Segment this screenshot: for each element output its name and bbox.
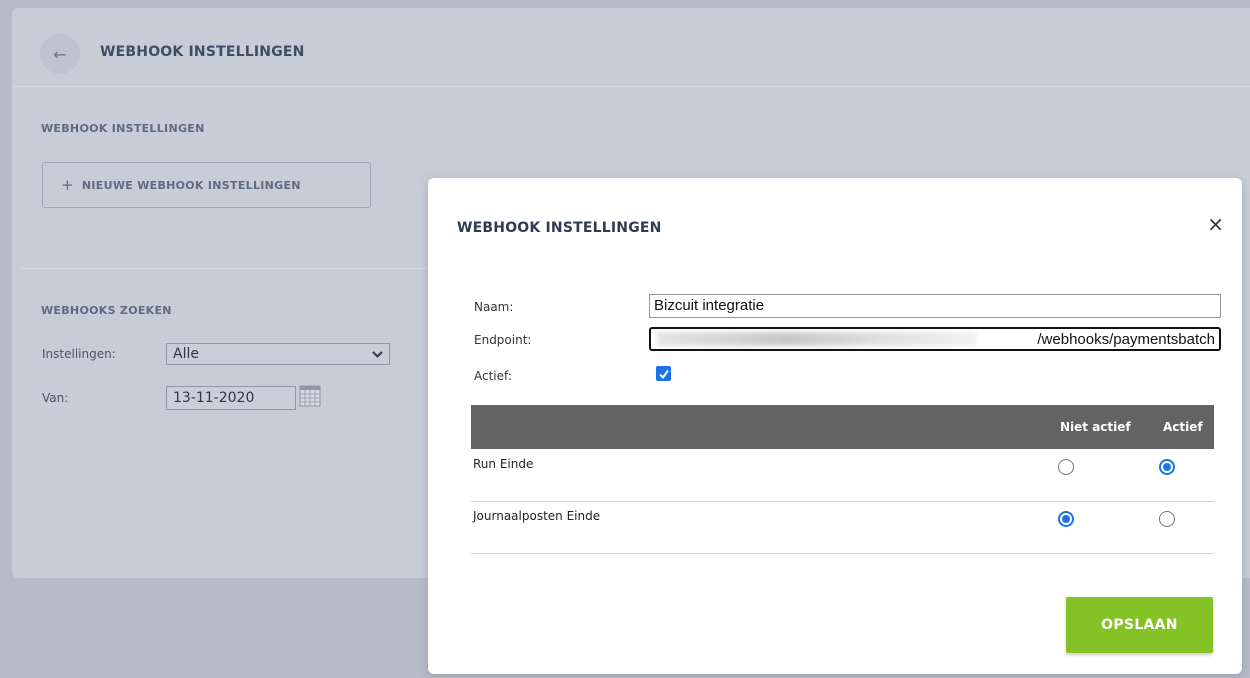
back-button[interactable]: ← [40, 34, 80, 74]
table-row: Run Einde [471, 449, 1214, 502]
endpoint-value: /webhooks/paymentsbatch [1037, 331, 1215, 348]
endpoint-input[interactable]: /webhooks/paymentsbatch [649, 327, 1221, 351]
endpoint-label: Endpoint: [474, 333, 532, 347]
settings-section-title: WEBHOOK INSTELLINGEN [41, 122, 205, 135]
from-date-input[interactable]: 13-11-2020 [166, 386, 296, 410]
close-icon[interactable]: × [1207, 214, 1224, 234]
settings-filter-select[interactable]: Alle [166, 343, 390, 365]
redacted-endpoint-host [657, 332, 977, 346]
name-input[interactable]: Bizcuit integratie [649, 294, 1221, 318]
run-end-not-active-radio[interactable] [1058, 459, 1074, 475]
chevron-down-icon [372, 344, 383, 371]
webhook-settings-modal: WEBHOOK INSTELLINGEN × Naam: Bizcuit int… [428, 178, 1242, 674]
search-section-title: WEBHOOKS ZOEKEN [41, 304, 172, 317]
event-label: Run Einde [473, 457, 534, 471]
arrow-left-icon: ← [53, 44, 67, 64]
modal-title: WEBHOOK INSTELLINGEN [457, 220, 662, 236]
save-button[interactable]: OPSLAAN [1066, 597, 1213, 653]
plus-icon: + [61, 176, 74, 194]
calendar-icon[interactable] [299, 385, 321, 407]
active-label: Actief: [474, 369, 512, 383]
new-webhook-button-label: NIEUWE WEBHOOK INSTELLINGEN [81, 178, 301, 192]
column-not-active: Niet actief [1060, 420, 1131, 434]
run-end-active-radio[interactable] [1159, 459, 1175, 475]
from-date-label: Van: [42, 391, 69, 405]
page-header: ← WEBHOOK INSTELLINGEN [12, 8, 1250, 87]
new-webhook-button[interactable]: + NIEUWE WEBHOOK INSTELLINGEN [42, 162, 371, 208]
name-label: Naam: [474, 300, 514, 314]
active-checkbox[interactable] [656, 366, 671, 381]
settings-filter-value: Alle [173, 346, 199, 362]
events-table-header: Niet actief Actief [471, 405, 1214, 449]
journal-end-active-radio[interactable] [1159, 511, 1175, 527]
journal-end-not-active-radio[interactable] [1058, 511, 1074, 527]
settings-filter-label: Instellingen: [42, 347, 116, 361]
table-row: Journaalposten Einde [471, 501, 1214, 554]
column-active: Actief [1163, 420, 1203, 434]
event-label: Journaalposten Einde [473, 509, 601, 523]
page-title: WEBHOOK INSTELLINGEN [100, 44, 305, 60]
section-divider [20, 268, 440, 269]
checkmark-icon [658, 369, 669, 379]
